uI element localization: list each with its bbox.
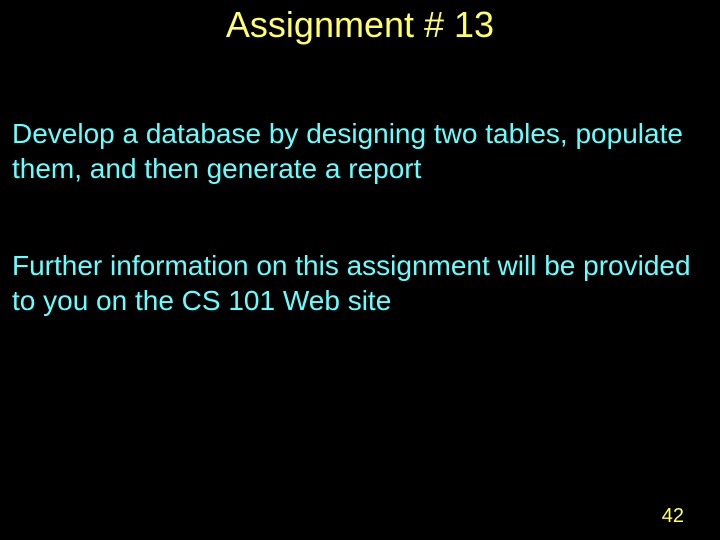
slide-title: Assignment # 13 xyxy=(0,0,720,46)
paragraph-1: Develop a database by designing two tabl… xyxy=(0,116,720,186)
page-number: 42 xyxy=(662,505,684,528)
paragraph-2: Further information on this assignment w… xyxy=(0,248,720,318)
slide: Assignment # 13 Develop a database by de… xyxy=(0,0,720,540)
